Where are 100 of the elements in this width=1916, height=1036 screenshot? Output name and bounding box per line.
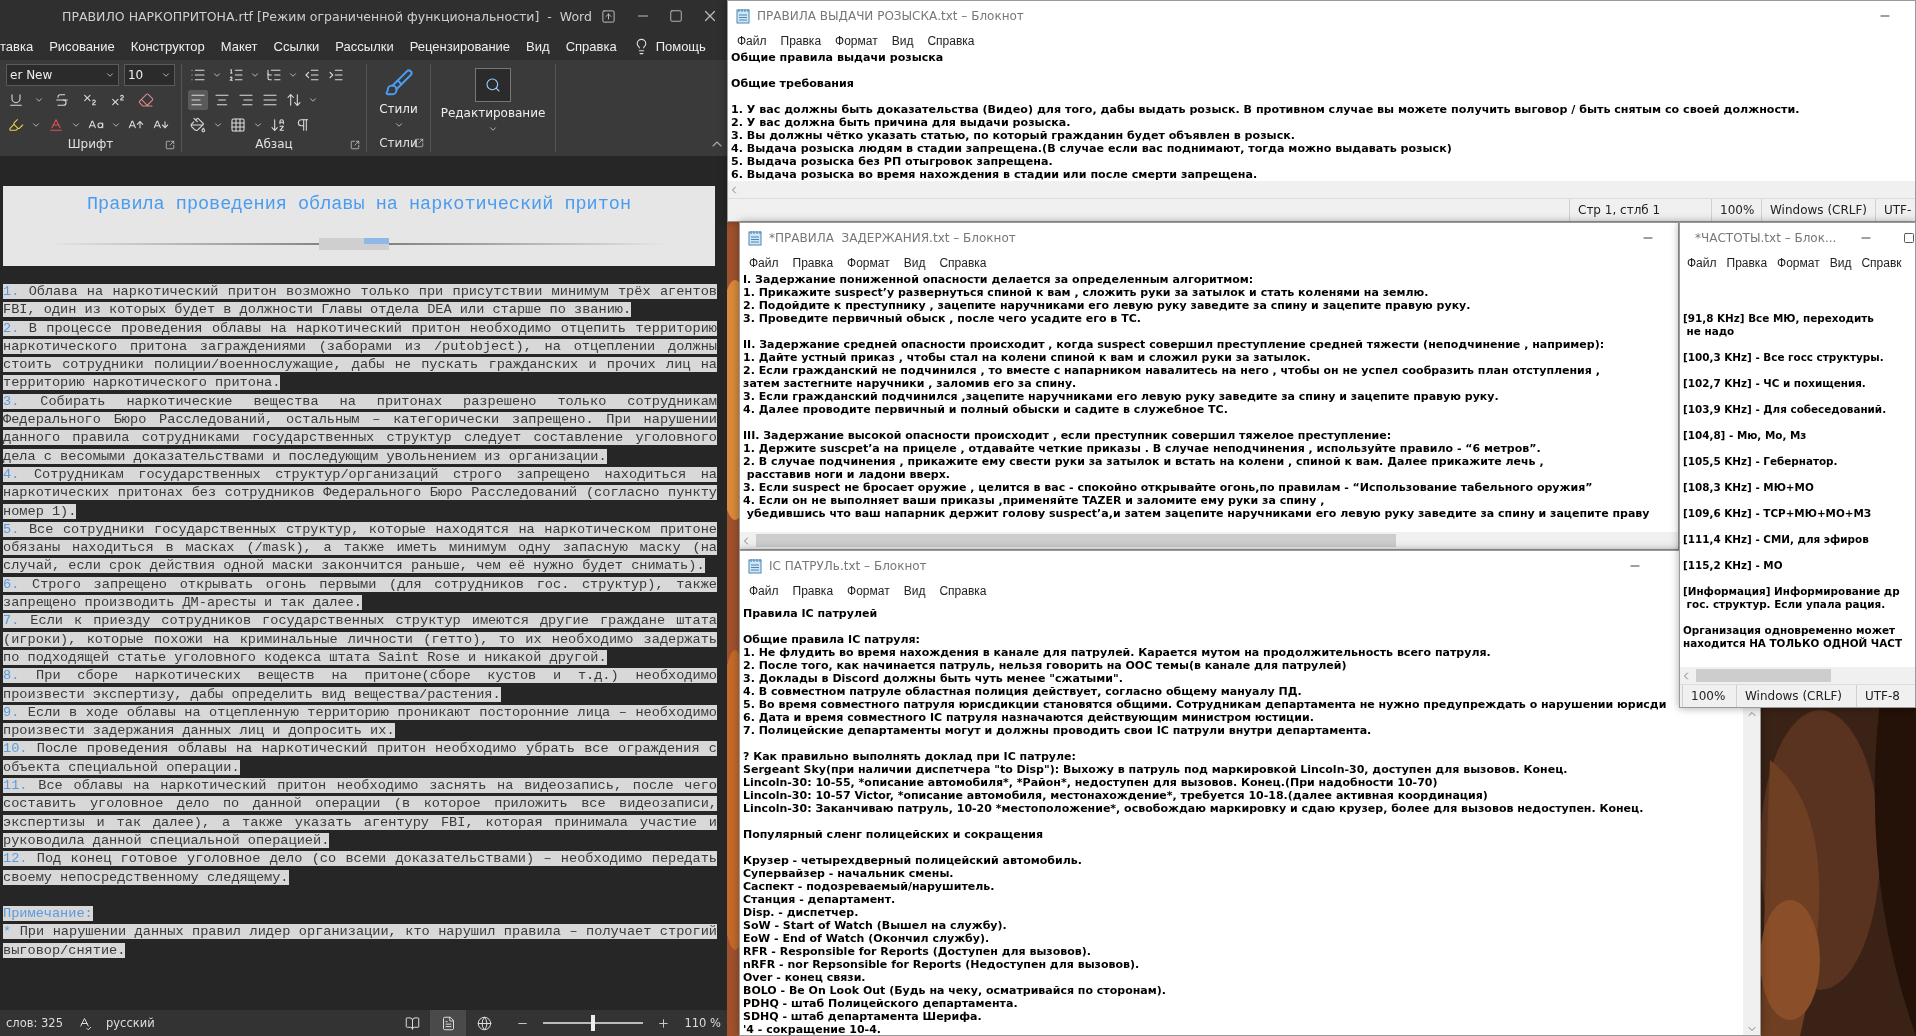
styles-icon[interactable] xyxy=(383,68,414,98)
language-indicator[interactable]: русский xyxy=(105,1016,155,1030)
menu-item[interactable]: Формат xyxy=(840,584,897,598)
zoom-in-icon[interactable] xyxy=(657,1016,671,1030)
font-size-field[interactable]: 10 xyxy=(123,64,175,86)
menu-item[interactable]: Вид xyxy=(884,34,921,48)
help-search-button[interactable]: Помощь xyxy=(632,37,706,55)
pilcrow-icon[interactable] xyxy=(295,117,311,133)
increase-indent-icon[interactable] xyxy=(328,67,344,83)
caret-icon[interactable] xyxy=(308,95,318,105)
ribbon-tab[interactable]: Рассылки xyxy=(335,38,394,54)
menu-item[interactable]: Правка xyxy=(785,256,841,270)
menu-item[interactable]: Файл xyxy=(742,256,786,270)
editing-button[interactable]: Редактирование xyxy=(437,64,549,134)
numbering-icon[interactable] xyxy=(228,67,244,83)
ribbon-tab[interactable]: Ссылки xyxy=(273,38,320,54)
menu-item[interactable]: Справка xyxy=(932,584,994,598)
subscript-icon[interactable] xyxy=(82,92,98,108)
numbered-paragraph: 1. Облава на наркотический притон возможно только при присутствии минимум трёх агентов FBI, один из которых будет в должности Главы отдела DEA или старше по званию. xyxy=(3,283,717,320)
scrollbar-thumb[interactable] xyxy=(756,534,1396,547)
zoom-slider-thumb[interactable] xyxy=(591,1015,596,1031)
caret-icon[interactable] xyxy=(488,124,498,134)
view-icon[interactable] xyxy=(404,1015,420,1031)
notepad-icon xyxy=(748,230,762,246)
menu-item[interactable]: Формат xyxy=(840,256,897,270)
menu-item[interactable]: Формат xyxy=(828,34,885,48)
font-name-field[interactable]: er New xyxy=(6,64,119,86)
print-layout-view-button[interactable] xyxy=(430,1010,467,1036)
caret-icon[interactable] xyxy=(71,120,81,130)
borders-icon[interactable] xyxy=(230,117,246,133)
menu-item[interactable]: Правка xyxy=(785,584,841,598)
ribbon-tab[interactable]: Рецензирование xyxy=(409,38,511,54)
dialog-launcher-icon[interactable] xyxy=(165,140,175,150)
menu-item[interactable]: Файл xyxy=(742,584,786,598)
menu-item[interactable]: Файл xyxy=(730,34,774,48)
bullets-icon[interactable] xyxy=(190,67,206,83)
menu-item[interactable]: Вид xyxy=(896,584,933,598)
ribbon-tab[interactable]: тавка xyxy=(0,38,34,54)
menu-item[interactable]: Правка xyxy=(773,34,829,48)
menu-item[interactable]: Вид xyxy=(1824,256,1857,270)
caret-icon[interactable] xyxy=(212,70,222,80)
underline-icon[interactable] xyxy=(8,92,24,108)
menu-item[interactable]: Вид xyxy=(896,256,933,270)
caret-icon[interactable] xyxy=(393,120,404,130)
text-line: Disp. - диспетчер. xyxy=(743,906,859,919)
horizontal-scrollbar[interactable] xyxy=(1680,667,1915,684)
maximize-icon[interactable] xyxy=(1902,232,1915,244)
dialog-launcher-icon[interactable] xyxy=(350,140,360,150)
search-icon[interactable] xyxy=(485,77,501,93)
menu-item[interactable]: Правка xyxy=(1721,256,1773,270)
text-line: 4. В совместном патруле областная полиция действует, согласно общему мануалу ПД. xyxy=(743,685,1302,698)
shading-icon[interactable] xyxy=(190,117,206,133)
caret-icon[interactable] xyxy=(213,120,223,130)
horizontal-scrollbar[interactable] xyxy=(740,532,1678,549)
styles-button[interactable]: Стили xyxy=(373,64,424,130)
text-line: 3. Если гражданский подчинился ,зацепите наручниками его левую руку заведите за спину и зацепите правую руку. xyxy=(743,390,1499,403)
caret-icon[interactable] xyxy=(104,70,115,80)
text-line: не надо xyxy=(1685,325,1735,338)
group-label: Абзац xyxy=(255,137,293,151)
line-spacing-icon[interactable] xyxy=(286,92,302,108)
superscript-icon[interactable] xyxy=(110,92,126,108)
ribbon-tab[interactable]: Справка xyxy=(565,38,617,54)
zoom-level[interactable]: 110 % xyxy=(684,1016,721,1030)
caret-icon[interactable] xyxy=(161,70,171,80)
ribbon-tab[interactable]: Конструктор xyxy=(130,38,205,54)
menu-item[interactable]: Формат xyxy=(1772,256,1825,270)
caret-icon[interactable] xyxy=(34,95,44,105)
highlighter-icon[interactable] xyxy=(8,117,24,133)
ribbon-tab[interactable]: Макет xyxy=(220,38,258,54)
caret-icon[interactable] xyxy=(111,120,121,130)
ribbon-tab[interactable]: Вид xyxy=(526,38,550,54)
caret-icon[interactable] xyxy=(250,70,260,80)
caret-icon[interactable] xyxy=(253,120,263,130)
maximize-icon[interactable] xyxy=(669,9,684,23)
scrollbar-thumb[interactable] xyxy=(1696,669,1831,682)
ribbon-tab[interactable]: Рисование xyxy=(49,38,115,54)
menu-item[interactable]: Справк xyxy=(1856,256,1907,270)
font-color-icon[interactable] xyxy=(48,117,64,133)
horizontal-scrollbar[interactable] xyxy=(728,181,1915,198)
decrease-indent-icon[interactable] xyxy=(304,67,320,83)
numbered-paragraph: 6. Строго запрещено открывать огонь первыми (для сотрудников гос. структур), также запрещено производить ДМ-аресты и так далее. xyxy=(3,575,717,613)
view-icon[interactable] xyxy=(440,1015,456,1031)
caret-icon[interactable] xyxy=(288,70,298,80)
text-line: 2. После того, как начинается патруль, нельзя говорить на ООС темы(в канале для патрулей) xyxy=(743,659,1347,672)
text-line: I. Задержание пониженной опасности делается за определенным алгоритмом: xyxy=(743,273,1254,286)
text-line: 4. Далее проводите первичный и полный обыски и садите в служебное ТС. xyxy=(743,403,1228,416)
menu-item[interactable]: Справка xyxy=(932,256,994,270)
window-title: *ЧАСТОТЫ.txt – Блок... xyxy=(1695,231,1837,245)
menu-item[interactable]: Справка xyxy=(920,34,982,48)
view-icon[interactable] xyxy=(476,1015,492,1031)
clear-formatting-icon[interactable] xyxy=(138,92,154,108)
text-line: [100,3 KHz] - Все госс структуры. xyxy=(1683,351,1884,364)
text-line: Супервайзер - начальник смены. xyxy=(743,867,954,880)
strikethrough-icon[interactable] xyxy=(54,92,70,108)
sort-icon[interactable] xyxy=(270,117,286,133)
caret-icon[interactable] xyxy=(31,120,41,130)
menu-item[interactable]: Файл xyxy=(1682,256,1722,270)
multilevel-list-icon[interactable] xyxy=(266,67,282,83)
document-title: Правила проведения облавы на наркотический притон xyxy=(87,193,631,217)
word-count[interactable]: слов: 325 xyxy=(6,1016,63,1030)
